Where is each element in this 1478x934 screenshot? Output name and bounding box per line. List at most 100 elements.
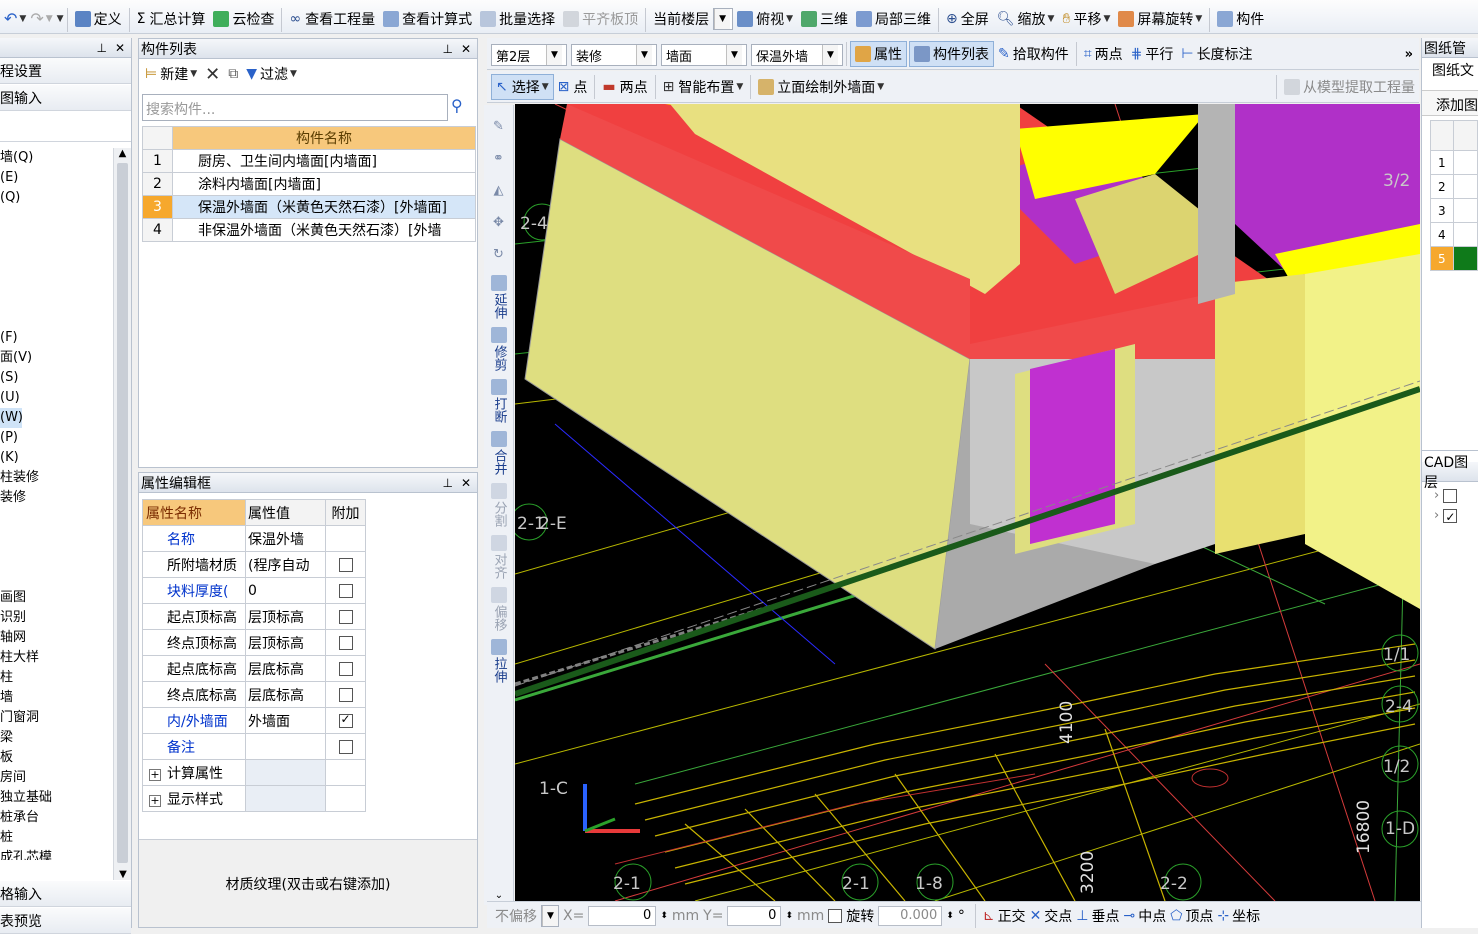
extra-checkbox[interactable] [338, 557, 353, 572]
pick-component-button[interactable]: ✎ 拾取构件 [994, 40, 1073, 68]
nav-item[interactable]: 识别 [0, 608, 113, 628]
property-value[interactable]: (程序自动 [245, 551, 326, 578]
extra-checkbox[interactable] [338, 739, 353, 754]
nav-item[interactable]: (K) [0, 448, 113, 468]
nav-item[interactable]: (F) [0, 328, 113, 348]
y-input[interactable]: 0 [727, 905, 782, 926]
viewport-canvas[interactable]: 2-4 2-1 2-E 1-C 2-1 2-2 1-8 1/2 1-D 1/1 … [515, 104, 1420, 901]
cloud-check-button[interactable]: 云检查 [209, 5, 278, 33]
floor-select[interactable]: 第2层 ▼ [491, 44, 567, 66]
brush-icon[interactable]: ✎ [484, 111, 513, 143]
extra-checkbox[interactable] [338, 661, 353, 676]
expand-icon[interactable]: + [149, 768, 161, 781]
nav-item[interactable]: 桩承台 [0, 808, 113, 828]
offset-mode-select[interactable]: ▼ [541, 904, 559, 927]
cad-layer-item[interactable]: › [1434, 506, 1458, 527]
extra-checkbox[interactable] [338, 609, 353, 624]
top-view-button[interactable]: 俯视 ▼ [733, 5, 797, 33]
property-value[interactable]: 层底标高 [245, 681, 326, 708]
view-formula-button[interactable]: 查看计算式 [379, 5, 476, 33]
nav-item[interactable]: 画图 [0, 588, 113, 608]
fullscreen-button[interactable]: ⊕ 全屏 [942, 5, 993, 33]
close-icon[interactable]: ✕ [461, 42, 471, 56]
redo-button[interactable]: ↷ ▼ [28, 5, 54, 33]
align-slab-top-button[interactable]: 平齐板顶 [559, 5, 642, 33]
table-row[interactable]: 2 [1430, 174, 1478, 199]
table-row[interactable]: 4 非保温外墙面（米黄色天然石漆）[外墙 [142, 218, 476, 242]
property-value[interactable]: 外墙面 [245, 707, 326, 734]
length-annotation-button[interactable]: ⊢ 长度标注 [1177, 40, 1256, 68]
nav-item[interactable]: (E) [0, 168, 113, 188]
current-floor-select[interactable]: ▼ [713, 8, 734, 30]
nav-item[interactable]: 独立基础 [0, 788, 113, 808]
split-button[interactable]: 分割 [484, 483, 514, 531]
extract-from-model-button[interactable]: 从模型提取工程量 [1280, 73, 1419, 101]
two-points-dim-button[interactable]: ⌗ 两点 [1080, 40, 1127, 68]
delete-icon[interactable]: ✕ [205, 64, 220, 85]
property-value[interactable]: 保温外墙 [245, 525, 326, 552]
property-row[interactable]: 备注 [142, 733, 366, 760]
layer-checkbox[interactable] [1443, 488, 1458, 503]
property-row[interactable]: 所附墙材质 (程序自动 [142, 551, 366, 578]
ortho-toggle[interactable]: ⊾ 正交 [983, 906, 1026, 926]
component-tool-button[interactable]: 构件 [1213, 5, 1268, 33]
trim-button[interactable]: 修剪 [484, 327, 514, 375]
nav-item[interactable]: 成孔芯模 [0, 848, 113, 860]
nav-item[interactable]: 桩 [0, 828, 113, 848]
category-select[interactable]: 装修 ▼ [571, 44, 657, 66]
nav-section-drawing-input[interactable]: 图输入 [0, 85, 131, 111]
row-name[interactable]: 保温外墙面（米黄色天然石漆）[外墙面] [172, 195, 476, 219]
extra-checkbox[interactable] [338, 583, 353, 598]
copy-icon[interactable]: ⚭ [484, 143, 513, 175]
search-input[interactable]: 搜索构件... [142, 94, 448, 121]
table-row-selected[interactable]: 5 [1430, 246, 1478, 271]
pan-button[interactable]: ✋︎ 平移 ▼ [1058, 5, 1114, 33]
property-value[interactable]: 层顶标高 [245, 629, 326, 656]
rotate-checkbox[interactable] [828, 908, 843, 923]
copy-icon[interactable]: ⧉ [228, 66, 238, 82]
spinner-icon[interactable]: ⬍ [785, 911, 793, 921]
component-select[interactable]: 保温外墙 ▼ [751, 44, 843, 66]
close-icon[interactable]: ✕ [461, 476, 471, 490]
nav-section-report-preview[interactable]: 表预览 [0, 908, 131, 934]
property-row[interactable]: 终点顶标高 层顶标高 [142, 629, 366, 656]
table-row[interactable]: 3 [1430, 198, 1478, 223]
extra-checkbox[interactable] [338, 635, 353, 650]
search-icon[interactable]: ⚲ [451, 96, 463, 115]
merge-button[interactable]: 合并 [484, 431, 514, 479]
close-icon[interactable]: ✕ [115, 41, 125, 55]
component-list-button[interactable]: 构件列表 [909, 41, 994, 67]
nav-item[interactable]: 板 [0, 748, 113, 768]
spinner-icon[interactable]: ⬍ [946, 911, 954, 921]
nav-item[interactable]: 柱装修 [0, 468, 113, 488]
nav-item[interactable]: 墙(Q) [0, 148, 113, 168]
row-name[interactable]: 厨房、卫生间内墙面[内墙面] [172, 149, 476, 173]
filter-button[interactable]: ▼ 过滤 ▼ [246, 64, 297, 84]
rotate-input[interactable]: 0.000 [878, 905, 943, 926]
attributes-button[interactable]: 属性 [850, 41, 907, 67]
property-value[interactable]: 层底标高 [245, 655, 326, 682]
parallel-button[interactable]: ⋕ 平行 [1127, 40, 1178, 68]
stretch-button[interactable]: 拉伸 [484, 639, 514, 687]
undo-button[interactable]: ↶ ▼ [2, 5, 28, 33]
drawing-files-label[interactable]: 图纸文 [1432, 60, 1474, 80]
screen-rotate-button[interactable]: 屏幕旋转 ▼ [1114, 5, 1206, 33]
perpendicular-snap[interactable]: ⊥ 垂点 [1076, 906, 1119, 926]
scrollbar-thumb[interactable] [117, 163, 128, 863]
texture-area[interactable]: 材质纹理(双击或右键添加) [139, 839, 477, 927]
nav-item[interactable]: 轴网 [0, 628, 113, 648]
add-drawing-button[interactable]: 添加图 [1422, 90, 1478, 116]
extra-checkbox[interactable] [338, 687, 353, 702]
nav-item[interactable]: 柱大样 [0, 648, 113, 668]
nav-section-project-settings[interactable]: 程设置 [0, 58, 131, 84]
nav-item[interactable]: (P) [0, 428, 113, 448]
intersection-snap[interactable]: ✕ 交点 [1030, 906, 1073, 926]
3d-viewport[interactable]: 2-4 2-1 2-E 1-C 2-1 2-2 1-8 1/2 1-D 1/1 … [515, 104, 1420, 901]
property-row[interactable]: 名称 保温外墙 [142, 525, 366, 552]
table-row[interactable]: 4 [1430, 222, 1478, 247]
offset-button[interactable]: 偏移 [484, 587, 514, 635]
nav-scrollbar[interactable]: ▲ ▼ [113, 148, 131, 880]
two-points-button[interactable]: ▬ 两点 [598, 73, 651, 101]
nav-item-selected[interactable]: (W) [0, 408, 22, 428]
type-select[interactable]: 墙面 ▼ [661, 44, 747, 66]
